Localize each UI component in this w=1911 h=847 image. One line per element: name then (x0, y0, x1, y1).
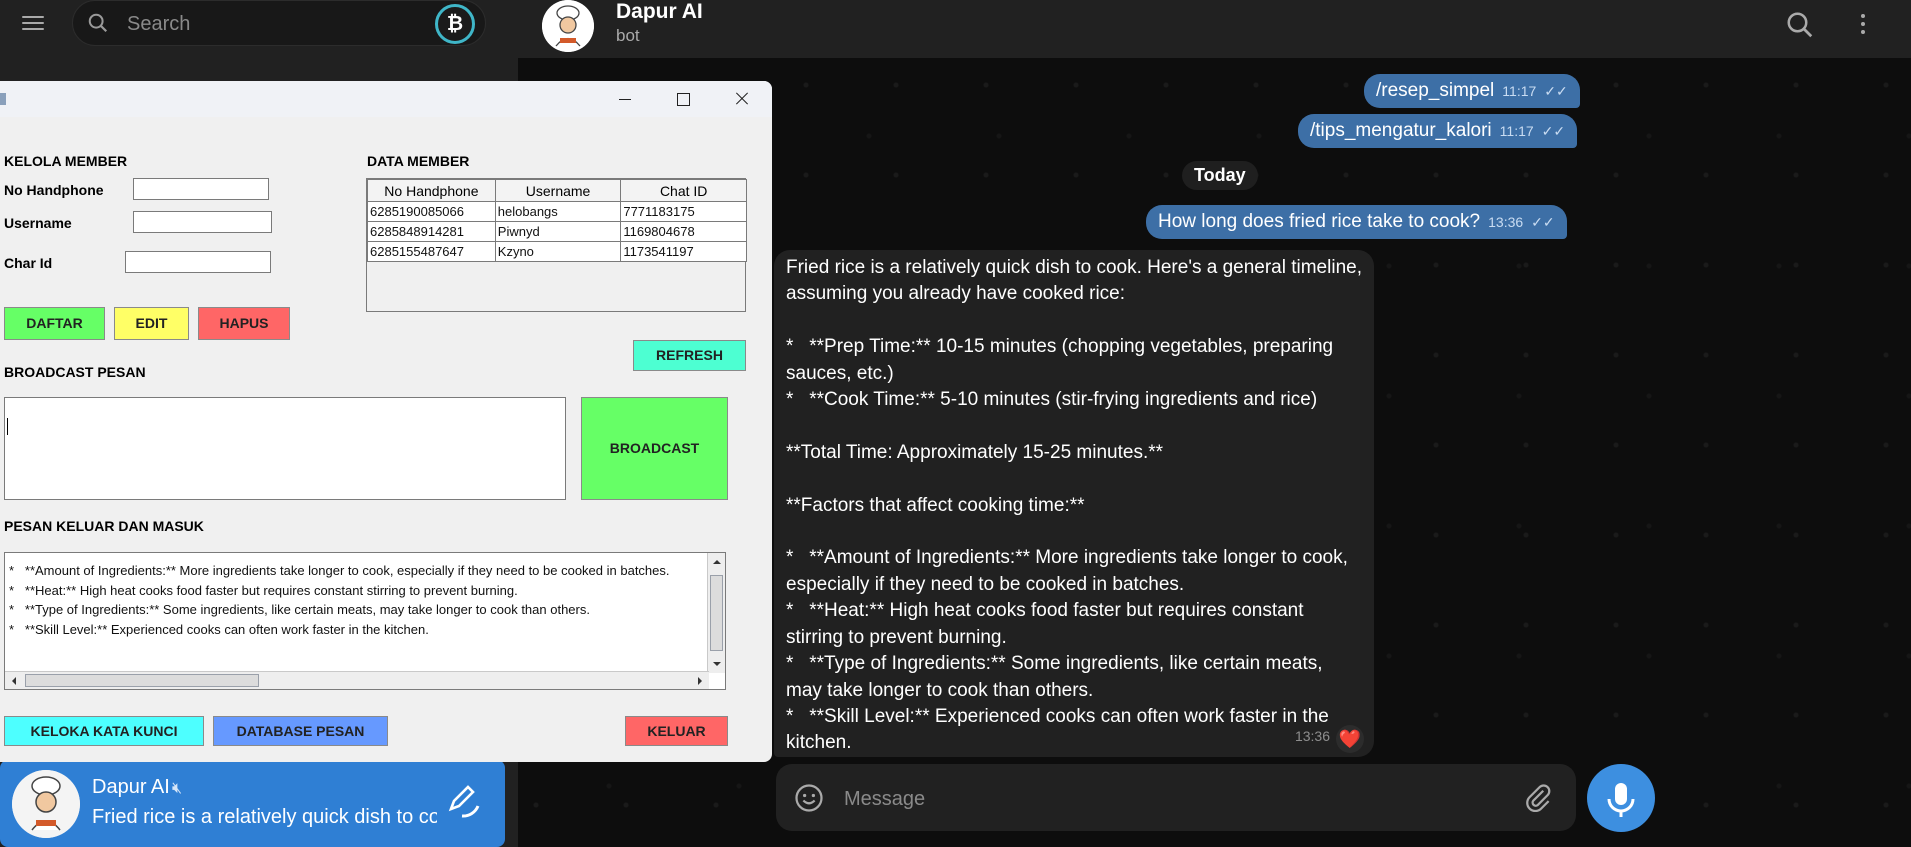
table-row[interactable]: 6285155487647 Kzyno 1173541197 (367, 241, 747, 262)
search-placeholder: Search (127, 13, 191, 35)
refresh-button[interactable]: REFRESH (633, 340, 746, 371)
app-icon (0, 93, 6, 105)
more-options-icon[interactable] (1853, 10, 1873, 40)
chat-list-item-dapur-ai[interactable]: Dapur AI 🔇︎ Fried rice is a relatively q… (0, 760, 505, 847)
table-cell: 6285190085066 (367, 201, 496, 222)
premium-icon[interactable]: ₿ (435, 4, 475, 44)
table-row[interactable]: 6285190085066 helobangs 7771183175 (367, 201, 747, 222)
search-icon[interactable] (1785, 10, 1815, 40)
read-check-icon: ✓✓ (1544, 83, 1568, 99)
chat-title[interactable]: Dapur AI (616, 0, 703, 24)
search-icon (88, 13, 108, 33)
message-time: 13:36 (1488, 214, 1524, 230)
keloka-kata-kunci-button[interactable]: KELOKA KATA KUNCI (4, 716, 204, 746)
section-title-kelola-member: KELOLA MEMBER (4, 153, 128, 169)
table-row[interactable]: 6285848914281 Piwnyd 1169804678 (367, 221, 747, 242)
message-input[interactable] (844, 784, 1484, 814)
broadcast-message-textarea[interactable] (4, 397, 566, 500)
horizontal-scrollbar[interactable] (5, 671, 709, 689)
chat-id-field[interactable] (125, 251, 271, 273)
section-title-data-member: DATA MEMBER (367, 153, 470, 169)
voice-record-button[interactable] (1587, 764, 1655, 832)
read-check-icon: ✓✓ (1541, 123, 1566, 139)
username-field[interactable] (133, 211, 272, 233)
outgoing-message[interactable]: How long does fried rice take to cook? 13… (1146, 205, 1567, 239)
chat-status: bot (616, 26, 640, 45)
chat-header: Dapur AI bot (518, 0, 1911, 58)
scrollbar-thumb[interactable] (710, 575, 723, 651)
attach-icon[interactable] (1522, 782, 1552, 812)
table-header-row: No Handphone Username Chat ID (367, 179, 747, 202)
table-cell: Kzyno (494, 241, 622, 262)
vertical-scrollbar[interactable] (707, 553, 725, 673)
member-table[interactable]: No Handphone Username Chat ID 6285190085… (366, 178, 747, 312)
section-title-pesan-log: PESAN KELUAR DAN MASUK (4, 518, 204, 534)
compose-pencil-icon[interactable] (442, 780, 482, 820)
phone-label: No Handphone (4, 182, 104, 198)
message-log-textarea[interactable]: * **Amount of Ingredients:** More ingred… (4, 552, 726, 690)
message-time: 11:17 (1499, 123, 1534, 139)
table-cell: 1169804678 (620, 221, 747, 242)
search-input[interactable]: Search ₿ (72, 0, 486, 46)
avatar (12, 770, 80, 838)
minimize-button[interactable] (596, 81, 654, 117)
table-cell: Piwnyd (494, 221, 622, 242)
date-separator: Today (1182, 161, 1258, 190)
scroll-down-arrow-icon[interactable] (708, 655, 726, 673)
incoming-message[interactable]: Fried rice is a relatively quick dish to… (774, 250, 1374, 757)
scroll-right-arrow-icon[interactable] (691, 672, 709, 690)
username-label: Username (4, 215, 72, 231)
message-composer (776, 764, 1576, 831)
outgoing-message[interactable]: /resep_simpel 11:17 ✓✓ (1364, 74, 1580, 108)
maximize-button[interactable] (654, 81, 712, 117)
phone-field[interactable] (133, 178, 269, 200)
heart-reaction-icon[interactable]: ❤️ (1336, 725, 1364, 753)
text-caret (7, 418, 8, 435)
close-button[interactable] (712, 81, 770, 117)
column-header[interactable]: No Handphone (367, 179, 496, 202)
table-cell: 7771183175 (620, 201, 747, 222)
message-text: /tips_mengatur_kalori (1310, 120, 1492, 141)
emoji-icon[interactable] (794, 783, 824, 813)
microphone-icon (1607, 783, 1635, 817)
table-cell: helobangs (494, 201, 622, 222)
daftar-button[interactable]: DAFTAR (4, 307, 105, 340)
database-pesan-button[interactable]: DATABASE PESAN (213, 716, 388, 746)
broadcast-button[interactable]: BROADCAST (581, 397, 728, 500)
outgoing-message[interactable]: /tips_mengatur_kalori 11:17 ✓✓ (1298, 114, 1578, 148)
message-text: How long does fried rice take to cook? (1158, 211, 1481, 232)
column-header[interactable]: Chat ID (620, 179, 747, 202)
scroll-left-arrow-icon[interactable] (5, 672, 23, 690)
chat-list-topbar: Search ₿ (0, 0, 518, 46)
chat-item-name: Dapur AI (92, 776, 170, 798)
read-check-icon: ✓✓ (1531, 214, 1555, 230)
edit-button[interactable]: EDIT (114, 307, 189, 340)
scrollbar-thumb[interactable] (25, 674, 259, 687)
message-time: 11:17 (1502, 83, 1537, 99)
table-cell: 1173541197 (620, 241, 747, 262)
keluar-button[interactable]: KELUAR (625, 716, 728, 746)
hapus-button[interactable]: HAPUS (198, 307, 290, 340)
message-log-text: * **Amount of Ingredients:** More ingred… (9, 563, 670, 637)
column-header[interactable]: Username (494, 179, 622, 202)
scroll-up-arrow-icon[interactable] (708, 553, 726, 571)
menu-icon[interactable] (22, 12, 50, 34)
avatar[interactable] (542, 0, 594, 52)
muted-icon: 🔇︎ (172, 780, 183, 797)
section-title-broadcast: BROADCAST PESAN (4, 364, 146, 380)
chat-id-label: Char Id (4, 255, 53, 271)
message-text: /resep_simpel (1376, 80, 1495, 101)
message-time: 13:36 (1294, 727, 1330, 744)
message-text: Fried rice is a relatively quick dish to… (786, 257, 1362, 754)
table-cell: 6285848914281 (367, 221, 496, 242)
table-cell: 6285155487647 (367, 241, 496, 262)
chat-item-preview: Fried rice is a relatively quick dish to… (92, 806, 437, 828)
member-manager-window: KELOLA MEMBER No Handphone Username Char… (0, 81, 772, 762)
window-titlebar[interactable] (0, 81, 772, 117)
